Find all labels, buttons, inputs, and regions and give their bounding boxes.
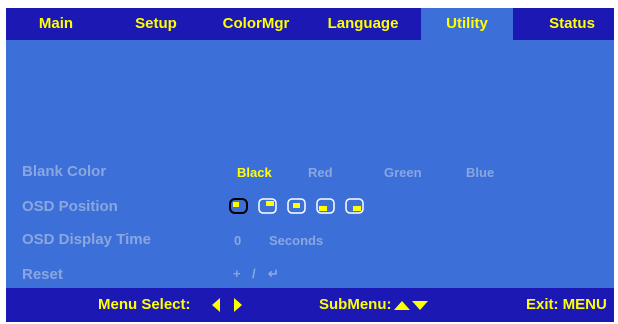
blank-color-option-blue[interactable]: Blue [466,165,494,180]
blank-color-option-black[interactable]: Black [237,165,272,180]
menu-select-arrows [208,288,248,322]
blank-color-option-green[interactable]: Green [384,165,422,180]
osd-position-top-right-icon[interactable] [258,198,277,214]
footer-bar: Menu Select: SubMenu: Exit: MENU [6,288,614,322]
osd-display-time-unit: Seconds [269,233,324,248]
exit-menu-label: Exit: MENU [526,296,607,313]
submenu-arrows [392,288,432,322]
osd-display-time-label[interactable]: OSD Display Time [22,231,151,248]
osd-position-top-left-icon[interactable] [229,198,248,214]
tab-language[interactable]: Language [316,8,410,40]
blank-color-option-red[interactable]: Red [308,165,333,180]
submenu-label: SubMenu: [319,296,392,313]
tab-utility[interactable]: Utility [421,8,513,40]
osd-position-bottom-left-icon[interactable] [316,198,335,214]
tab-main[interactable]: Main [18,8,94,40]
reset-plus-glyph: + [233,266,241,281]
arrow-right-icon [234,298,242,313]
blank-color-label[interactable]: Blank Color [22,163,106,180]
arrow-up-icon [394,301,410,311]
tab-bar: Main Setup ColorMgr Language Utility Sta… [6,8,614,40]
enter-key-icon: ↵ [268,266,279,281]
arrow-left-icon [212,298,220,313]
tab-status[interactable]: Status [530,8,614,40]
osd-menu: Main Setup ColorMgr Language Utility Sta… [6,8,614,322]
reset-slash-glyph: / [252,266,256,281]
osd-position-center-icon[interactable] [287,198,306,214]
tab-setup[interactable]: Setup [118,8,194,40]
osd-position-label[interactable]: OSD Position [22,198,118,215]
reset-label[interactable]: Reset [22,266,63,283]
arrow-down-icon [412,301,428,311]
osd-display-time-value[interactable]: 0 [234,233,241,248]
menu-select-label: Menu Select: [98,296,191,313]
osd-position-bottom-right-icon[interactable] [345,198,364,214]
tab-colormgr[interactable]: ColorMgr [214,8,298,40]
